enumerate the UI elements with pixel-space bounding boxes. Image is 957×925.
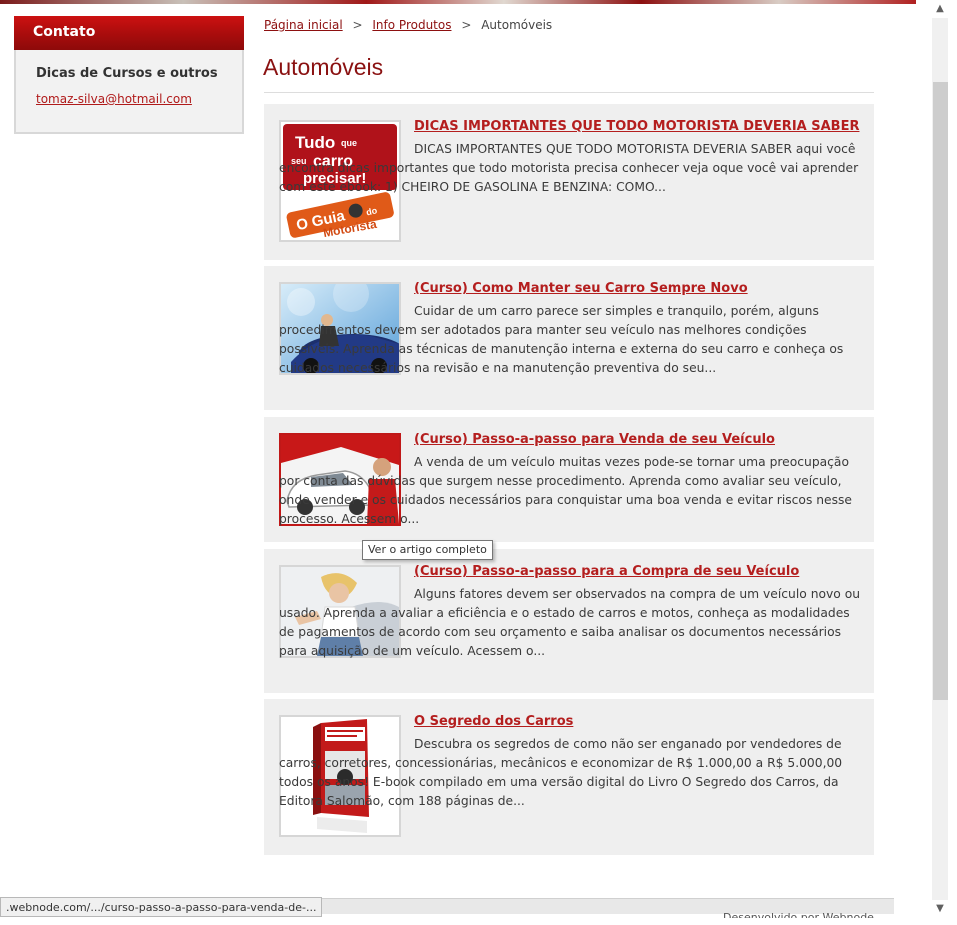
article-excerpt: A venda de um veículo muitas vezes pode-… <box>279 455 852 526</box>
article-excerpt: DICAS IMPORTANTES QUE TODO MOTORISTA DEV… <box>279 142 859 194</box>
scroll-down-arrow-icon[interactable]: ▼ <box>932 901 948 917</box>
tooltip: Ver o artigo completo <box>362 540 493 560</box>
breadcrumb-current: Automóveis <box>481 18 553 32</box>
breadcrumb-section-link[interactable]: Info Produtos <box>372 18 451 32</box>
contact-email-link[interactable]: tomaz-silva@hotmail.com <box>36 92 192 106</box>
article-excerpt: Alguns fatores devem ser observados na c… <box>279 587 861 658</box>
breadcrumb-separator: > <box>461 18 472 32</box>
header-banner-strip <box>0 0 916 4</box>
article-item: O Segredo dos Carros Descubra os segredo… <box>264 699 874 855</box>
article-title-link[interactable]: O Segredo dos Carros <box>414 714 573 729</box>
article-item: (Curso) Como Manter seu Carro Sempre Nov… <box>264 266 874 410</box>
scrollbar-thumb[interactable] <box>933 82 948 700</box>
window-bottom-edge <box>0 918 957 925</box>
title-divider <box>264 92 874 93</box>
scroll-up-arrow-icon[interactable]: ▲ <box>932 1 948 17</box>
status-bar-url: .webnode.com/.../curso-passo-a-passo-par… <box>0 897 323 917</box>
article-title-link[interactable]: (Curso) Como Manter seu Carro Sempre Nov… <box>414 281 748 296</box>
article-item: (Curso) Passo-a-passo para Venda de seu … <box>264 417 874 542</box>
page-title: Automóveis <box>263 54 384 80</box>
article-excerpt: Cuidar de um carro parece ser simples e … <box>279 304 844 375</box>
article-title-link[interactable]: (Curso) Passo-a-passo para a Compra de s… <box>414 564 799 579</box>
article-item: (Curso) Passo-a-passo para a Compra de s… <box>264 549 874 693</box>
breadcrumb: Página inicial > Info Produtos > Automóv… <box>264 18 552 32</box>
breadcrumb-home-link[interactable]: Página inicial <box>264 18 343 32</box>
contact-description: Dicas de Cursos e outros <box>36 66 218 81</box>
contact-heading: Contato <box>14 16 244 50</box>
contact-box: Contato Dicas de Cursos e outros tomaz-s… <box>14 16 244 134</box>
article-title-link[interactable]: (Curso) Passo-a-passo para Venda de seu … <box>414 432 775 447</box>
breadcrumb-separator: > <box>352 18 363 32</box>
article-excerpt: Descubra os segredos de como não ser eng… <box>279 737 843 808</box>
article-item: Tudo que seu carro precisar! O Guia do M… <box>264 104 874 260</box>
article-title-link[interactable]: DICAS IMPORTANTES QUE TODO MOTORISTA DEV… <box>414 119 859 134</box>
